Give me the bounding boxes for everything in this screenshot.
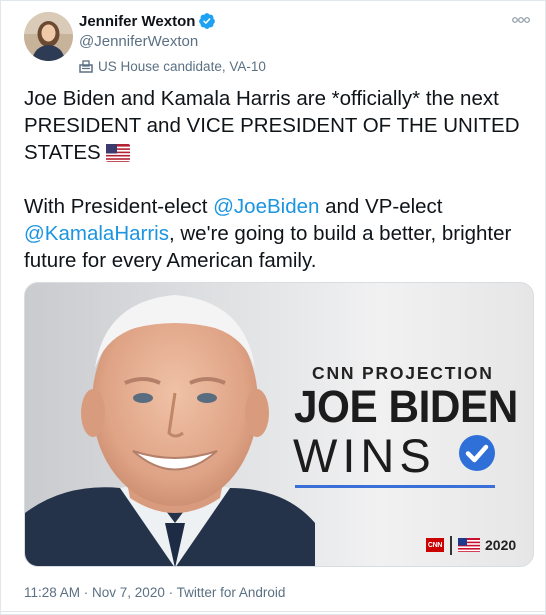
tweet-media-image[interactable]: CNN PROJECTION JOE BIDEN WINS CNN 2020 bbox=[24, 282, 534, 567]
tweet-line-1: Joe Biden and Kamala Harris are *officia… bbox=[24, 87, 520, 164]
media-subhead-text: WINS bbox=[293, 429, 436, 482]
display-name[interactable]: Jennifer Wexton bbox=[79, 13, 195, 30]
divider bbox=[1, 611, 546, 612]
us-flag-icon bbox=[458, 538, 480, 552]
media-year: 2020 bbox=[485, 537, 517, 553]
author-block: Jennifer Wexton @JenniferWexton US House… bbox=[79, 11, 266, 76]
tweet-paragraph-2: With President-elect @JoeBiden and VP-el… bbox=[24, 193, 529, 274]
mention-joebiden[interactable]: @JoeBiden bbox=[213, 195, 319, 218]
footer-divider bbox=[450, 535, 452, 555]
tweet-line-2-prefix: With President-elect bbox=[24, 195, 214, 218]
media-headline-text: JOE BIDEN bbox=[294, 381, 518, 432]
handle[interactable]: @JenniferWexton bbox=[79, 33, 266, 53]
portrait-image bbox=[25, 295, 315, 566]
verified-badge-icon bbox=[199, 13, 216, 29]
mention-kamalaharris[interactable]: @KamalaHarris bbox=[24, 222, 169, 245]
us-flag-emoji bbox=[105, 144, 130, 162]
tweet-paragraph-1: Joe Biden and Kamala Harris are *officia… bbox=[24, 85, 529, 166]
avatar[interactable] bbox=[24, 12, 73, 61]
ballot-box-icon bbox=[79, 59, 93, 73]
tweet-metadata[interactable]: 11:28 AM · Nov 7, 2020 · Twitter for And… bbox=[24, 585, 285, 600]
more-options-icon[interactable] bbox=[511, 14, 531, 26]
tweet-text: Joe Biden and Kamala Harris are *officia… bbox=[24, 85, 529, 274]
account-label-text: US House candidate, VA-10 bbox=[98, 58, 266, 74]
media-footer: CNN 2020 bbox=[426, 535, 516, 555]
tweet-card: Jennifer Wexton @JenniferWexton US House… bbox=[0, 0, 546, 615]
account-label: US House candidate, VA-10 bbox=[79, 56, 266, 76]
checkmark-badge-icon bbox=[459, 435, 495, 471]
media-divider bbox=[295, 485, 495, 488]
tweet-line-2-middle: and VP-elect bbox=[319, 195, 443, 218]
cnn-logo: CNN bbox=[426, 538, 444, 552]
